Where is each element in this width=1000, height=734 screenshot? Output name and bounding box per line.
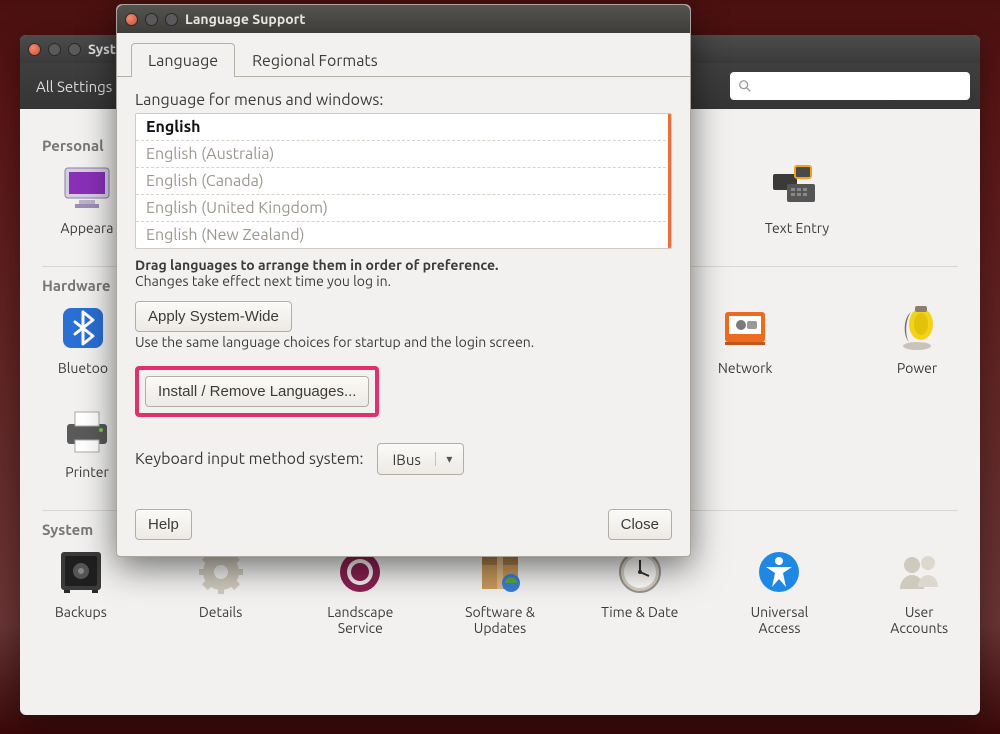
keyboard-input-row: Keyboard input method system: IBus ▾ (135, 443, 672, 475)
dialog-titlebar: Language Support (117, 5, 690, 33)
printers-label: Printer (65, 464, 109, 480)
minimize-icon[interactable] (145, 13, 158, 26)
users-label: User Accounts (880, 604, 958, 636)
tab-regional-formats[interactable]: Regional Formats (235, 43, 395, 77)
dialog-title: Language Support (185, 11, 305, 27)
language-item[interactable]: English (136, 114, 671, 141)
system-row: Backups Details Landscape Service Softwa… (42, 546, 958, 636)
network-item[interactable]: Network (704, 302, 786, 376)
search-icon (738, 79, 752, 93)
details-label: Details (199, 604, 242, 620)
language-item[interactable]: English (New Zealand) (136, 222, 671, 248)
text-entry-label: Text Entry (765, 220, 829, 236)
bluetooth-item[interactable]: Bluetoo (42, 302, 124, 376)
chevron-down-icon: ▾ (435, 452, 463, 466)
users-icon (893, 546, 945, 598)
keyboard-input-value: IBus (378, 451, 434, 468)
language-tab-panel: Language for menus and windows: English … (117, 77, 690, 509)
printer-icon (61, 406, 113, 458)
drag-hint-strong: Drag languages to arrange them in order … (135, 257, 672, 273)
backups-label: Backups (55, 604, 107, 620)
software-label: Software & Updates (461, 604, 539, 636)
software-item[interactable]: Software & Updates (461, 546, 539, 636)
dialog-body: Language Regional Formats Language for m… (117, 33, 690, 556)
language-item[interactable]: English (Australia) (136, 141, 671, 168)
tabs: Language Regional Formats (117, 33, 690, 77)
dialog-footer: Help Close (117, 509, 690, 556)
language-list[interactable]: English English (Australia) English (Can… (135, 113, 672, 249)
drag-hint: Changes take effect next time you log in… (135, 273, 672, 289)
landscape-label: Landscape Service (321, 604, 399, 636)
accessibility-icon (753, 546, 805, 598)
bluetooth-label: Bluetoo (58, 360, 108, 376)
universal-label: Universal Access (741, 604, 819, 636)
apply-hint: Use the same language choices for startu… (135, 334, 672, 350)
install-remove-languages-button[interactable]: Install / Remove Languages... (145, 376, 369, 407)
help-button[interactable]: Help (135, 509, 192, 540)
timedate-label: Time & Date (601, 604, 678, 620)
search-input[interactable] (730, 72, 970, 100)
network-icon (719, 302, 771, 354)
install-remove-highlight: Install / Remove Languages... (135, 366, 379, 417)
bluetooth-icon (57, 302, 109, 354)
all-settings-button[interactable]: All Settings (30, 74, 112, 99)
apply-system-wide-button[interactable]: Apply System-Wide (135, 301, 292, 332)
close-button[interactable]: Close (608, 509, 672, 540)
network-label: Network (718, 360, 773, 376)
close-icon[interactable] (28, 43, 41, 56)
tab-language[interactable]: Language (131, 43, 235, 77)
landscape-item[interactable]: Landscape Service (321, 546, 399, 636)
power-item[interactable]: Power (876, 302, 958, 376)
universal-item[interactable]: Universal Access (741, 546, 819, 636)
backups-item[interactable]: Backups (42, 546, 120, 636)
settings-title: Syst (88, 41, 116, 57)
keyboard-input-combobox[interactable]: IBus ▾ (377, 443, 463, 475)
details-item[interactable]: Details (182, 546, 260, 636)
monitor-icon (61, 162, 113, 214)
language-item[interactable]: English (Canada) (136, 168, 671, 195)
maximize-icon[interactable] (165, 13, 178, 26)
language-item[interactable]: English (United Kingdom) (136, 195, 671, 222)
close-icon[interactable] (125, 13, 138, 26)
power-icon (891, 302, 943, 354)
keyboard-input-label: Keyboard input method system: (135, 450, 363, 468)
users-item[interactable]: User Accounts (880, 546, 958, 636)
language-support-dialog: Language Support Language Regional Forma… (116, 4, 691, 557)
minimize-icon[interactable] (48, 43, 61, 56)
maximize-icon[interactable] (68, 43, 81, 56)
text-entry-item[interactable]: Text Entry (752, 162, 842, 236)
safe-icon (55, 546, 107, 598)
power-label: Power (897, 360, 937, 376)
keyboard-icon (771, 162, 823, 214)
language-list-label: Language for menus and windows: (135, 91, 672, 109)
timedate-item[interactable]: Time & Date (601, 546, 679, 636)
appearance-label: Appeara (61, 220, 114, 236)
